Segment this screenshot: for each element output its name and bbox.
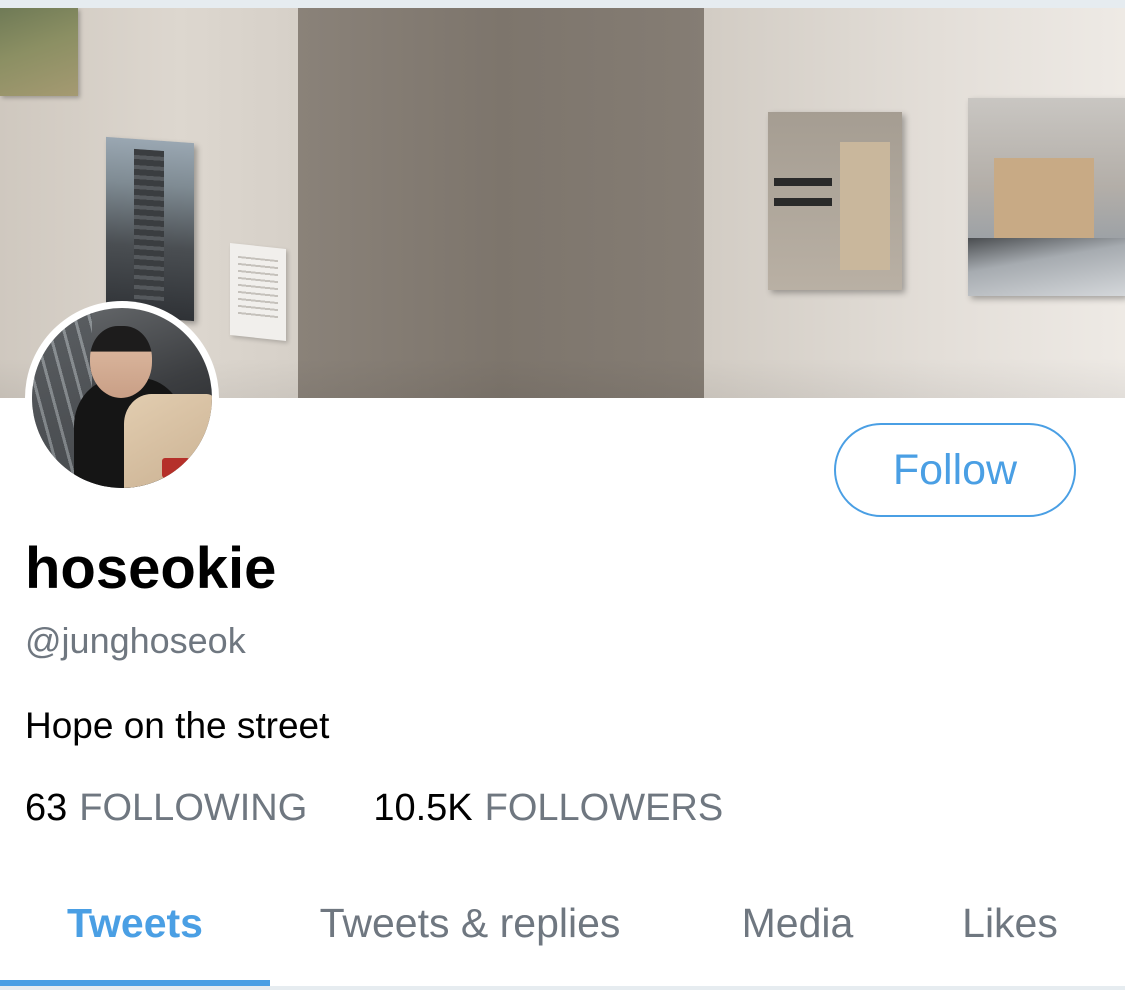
user-handle: @junghoseok [25,620,246,661]
followers-stat[interactable]: 10.5K FOLLOWERS [373,784,723,832]
tab-media[interactable]: Media [670,860,925,986]
followers-label: FOLLOWERS [484,787,724,829]
banner-artwork-tower [106,136,194,322]
following-label: FOLLOWING [79,787,308,829]
tab-likes[interactable]: Likes [925,860,1095,986]
avatar[interactable] [25,301,219,495]
display-name: hoseokie [25,536,277,601]
banner-artwork-door [768,112,902,290]
profile-page: Follow hoseokie @junghoseok Hope on the … [0,0,1125,993]
tab-tweets[interactable]: Tweets [0,860,270,986]
top-divider [0,0,1125,8]
followers-count: 10.5K [373,787,473,829]
avatar-image [32,308,212,488]
following-count: 63 [25,787,68,829]
banner-artwork-street [968,98,1125,296]
profile-tabs: Tweets Tweets & replies Media Likes [0,860,1125,990]
follow-button[interactable]: Follow [834,423,1076,517]
banner-artwork-corner [0,8,78,96]
tab-tweets-and-replies[interactable]: Tweets & replies [270,860,670,986]
banner-wall-label [230,243,286,341]
following-stat[interactable]: 63 FOLLOWING [25,784,307,832]
user-bio: Hope on the street [25,705,330,746]
profile-stats: 63 FOLLOWING 10.5K FOLLOWERS [25,784,723,832]
tabs-divider [0,986,1125,990]
